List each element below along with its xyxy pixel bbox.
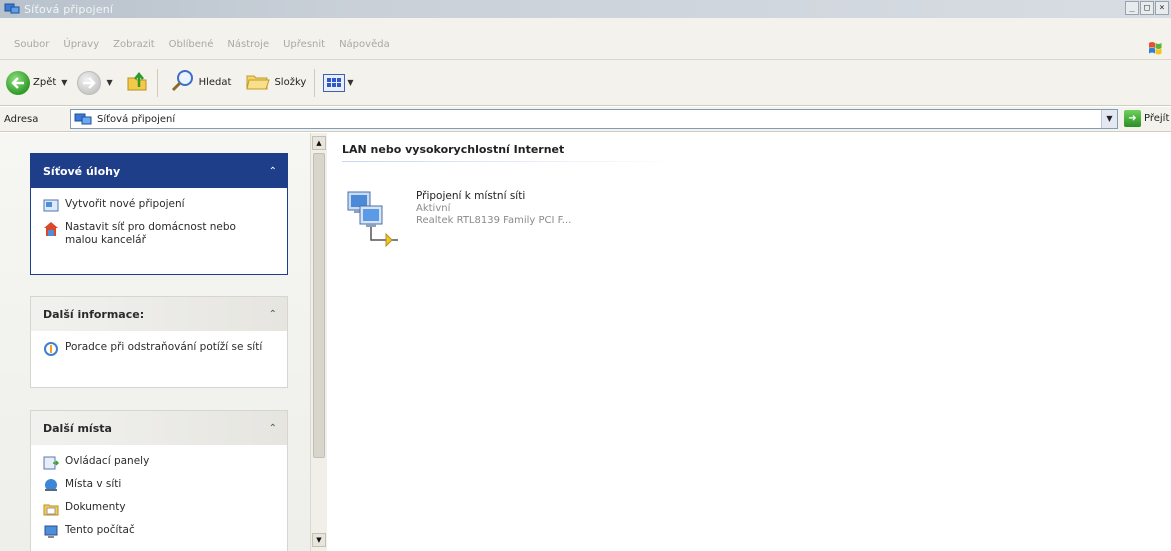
task-label: Dokumenty <box>65 501 126 513</box>
task-new-connection[interactable]: Vytvořit nové připojení <box>43 198 275 214</box>
home-network-icon <box>43 221 59 237</box>
go-arrow-icon: ➜ <box>1124 110 1141 127</box>
address-value: Síťová připojení <box>97 113 176 125</box>
other-places-header[interactable]: Další místa ⌃ <box>31 411 287 445</box>
folders-icon <box>245 70 271 95</box>
chevron-down-icon[interactable]: ▼ <box>106 78 112 87</box>
panel-title: Další informace: <box>43 307 145 321</box>
up-folder-icon <box>125 69 149 96</box>
task-home-network[interactable]: Nastavit síť pro domácnost nebo malou ka… <box>43 221 275 247</box>
lan-connection-icon <box>346 188 406 250</box>
place-documents[interactable]: Dokumenty <box>43 501 275 517</box>
documents-icon <box>43 501 59 517</box>
scroll-thumb[interactable] <box>313 153 325 458</box>
new-connection-icon <box>43 198 59 214</box>
more-info-panel: Další informace: ⌃ Poradce při odstraňov… <box>30 296 288 388</box>
content-area: LAN nebo vysokorychlostní Internet Připo… <box>328 133 1171 551</box>
window-title: Síťová připojení <box>24 2 114 16</box>
back-button[interactable]: Zpět ▼ <box>6 70 67 95</box>
search-icon <box>170 68 196 97</box>
place-network-places[interactable]: Místa v síti <box>43 478 275 494</box>
more-info-header[interactable]: Další informace: ⌃ <box>31 297 287 331</box>
connection-device: Realtek RTL8139 Family PCI F... <box>416 215 572 226</box>
toolbar-separator <box>314 68 316 97</box>
back-arrow-icon <box>6 70 30 95</box>
my-computer-icon <box>43 524 59 540</box>
views-button[interactable]: ▼ <box>323 73 353 92</box>
menu-view[interactable]: Zobrazit <box>113 39 155 50</box>
troubleshooter-icon <box>43 341 59 357</box>
network-connections-icon <box>4 2 20 16</box>
back-label: Zpět <box>33 77 57 88</box>
chevron-down-icon[interactable]: ▼ <box>61 78 67 87</box>
folders-label: Složky <box>274 77 307 88</box>
menu-favorites[interactable]: Oblíbené <box>169 39 214 50</box>
other-places-panel: Další místa ⌃ Ovládací panely Místa v sí… <box>30 410 288 551</box>
place-my-computer[interactable]: Tento počítač <box>43 524 275 540</box>
windows-flag-icon <box>1147 40 1163 56</box>
menu-file[interactable]: Soubor <box>14 39 49 50</box>
network-tasks-panel: Síťové úlohy ⌃ Vytvořit nové připojení N… <box>30 153 288 275</box>
task-pane: Síťové úlohy ⌃ Vytvořit nové připojení N… <box>0 133 310 551</box>
task-label: Místa v síti <box>65 478 122 490</box>
views-grid-icon <box>323 73 346 92</box>
network-tasks-header[interactable]: Síťové úlohy ⌃ <box>31 154 287 188</box>
search-label: Hledat <box>198 77 232 88</box>
toolbar: Zpět ▼ ▼ Hledat Složky ▼ <box>0 60 1171 106</box>
title-bar: Síťová připojení _ □ × <box>0 0 1171 18</box>
task-label: Poradce při odstraňování potíží se sítí <box>65 341 263 353</box>
forward-arrow-icon <box>77 70 102 95</box>
connection-status: Aktivní <box>416 203 451 214</box>
task-label: Ovládací panely <box>65 455 150 467</box>
search-button[interactable]: Hledat <box>170 68 232 97</box>
collapse-icon[interactable]: ⌃ <box>269 309 277 320</box>
address-label: Adresa <box>4 113 39 125</box>
panel-title: Další místa <box>43 421 112 435</box>
menu-advanced[interactable]: Upřesnit <box>283 39 325 50</box>
menu-bar: Soubor Úpravy Zobrazit Oblíbené Nástroje… <box>0 18 1171 60</box>
menu-tools[interactable]: Nástroje <box>227 39 269 50</box>
task-pane-scrollbar[interactable]: ▲ ▼ <box>310 133 327 551</box>
task-troubleshooter[interactable]: Poradce při odstraňování potíží se sítí <box>43 341 275 357</box>
folders-button[interactable]: Složky <box>245 70 306 95</box>
address-bar: Adresa Síťová připojení ▼ ➜ Přejít <box>0 107 1171 132</box>
collapse-icon[interactable]: ⌃ <box>269 166 277 177</box>
scroll-down-button[interactable]: ▼ <box>312 533 326 547</box>
address-dropdown-button[interactable]: ▼ <box>1101 110 1117 128</box>
up-folder-button[interactable] <box>125 69 149 96</box>
task-label: Tento počítač <box>65 524 135 536</box>
connection-item[interactable]: Připojení k místní síti Aktivní Realtek … <box>346 188 571 250</box>
place-control-panel[interactable]: Ovládací panely <box>43 455 275 471</box>
network-connections-icon <box>74 112 92 126</box>
chevron-down-icon[interactable]: ▼ <box>347 78 353 87</box>
scroll-up-button[interactable]: ▲ <box>312 136 326 150</box>
control-panel-icon <box>43 455 60 471</box>
minimize-button[interactable]: _ <box>1125 1 1139 15</box>
task-label: Nastavit síť pro domácnost nebo malou ka… <box>65 221 236 246</box>
toolbar-separator <box>156 68 158 97</box>
group-divider <box>342 161 682 162</box>
address-input[interactable]: Síťová připojení ▼ <box>70 109 1118 129</box>
go-label: Přejít <box>1144 113 1170 124</box>
go-button[interactable]: ➜ Přejít <box>1124 110 1169 127</box>
group-title: LAN nebo vysokorychlostní Internet <box>342 143 565 156</box>
forward-button[interactable]: ▼ <box>77 70 113 95</box>
menu-edit[interactable]: Úpravy <box>63 39 99 50</box>
maximize-button[interactable]: □ <box>1140 1 1154 15</box>
task-label: Vytvořit nové připojení <box>65 198 185 210</box>
panel-title: Síťové úlohy <box>43 164 121 178</box>
collapse-icon[interactable]: ⌃ <box>269 423 277 434</box>
close-button[interactable]: × <box>1155 1 1169 15</box>
connection-name: Připojení k místní síti <box>416 190 526 202</box>
network-places-icon <box>43 478 59 494</box>
menu-help[interactable]: Nápověda <box>339 39 390 50</box>
